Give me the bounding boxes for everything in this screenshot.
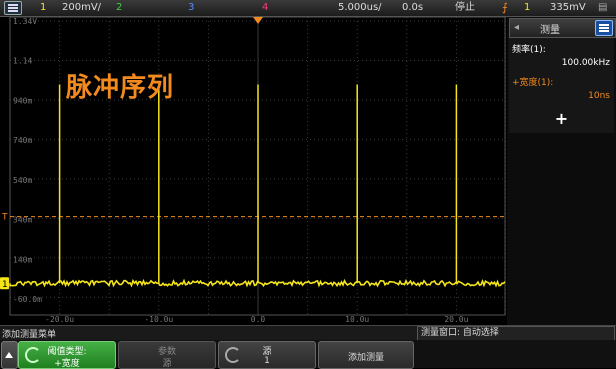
y-tick-label: -60.0m: [13, 295, 42, 304]
run-state[interactable]: 停止: [455, 2, 475, 14]
panel-arrow-icon: ◂: [514, 22, 520, 33]
time-delay[interactable]: 0.0s: [402, 2, 423, 14]
add-measurement-softkey[interactable]: 添加测量: [318, 341, 414, 369]
back-button[interactable]: [1, 341, 18, 369]
menu-name: 添加测量菜单: [2, 330, 57, 340]
measurement-2-value: 10ns: [588, 91, 610, 101]
trigger-edge-icon: ⨍: [502, 1, 508, 14]
y-tick-label: 140m: [13, 255, 32, 264]
menu-icon[interactable]: [4, 1, 22, 15]
measurement-1-label: 频率(1):: [512, 45, 546, 55]
panel-title: 测量: [540, 25, 560, 36]
status-bar: 1 200mV/ 2 3 4 5.000us/ 0.0s 停止 ⨍ 1 335m…: [0, 0, 616, 17]
measurement-1-value: 100.00kHz: [561, 58, 610, 68]
y-tick-label: 1.34V: [13, 17, 37, 26]
x-tick-label: -20.0u: [45, 315, 74, 324]
softkey-1-value: +宽度: [54, 359, 80, 369]
ch1-number[interactable]: 1: [40, 2, 46, 14]
x-tick-label: 0.0: [251, 315, 266, 324]
softkey-bar: 阈值类型: +宽度 参数 源 源 1 添加测量: [0, 340, 616, 369]
ch1-scale[interactable]: 200mV/: [62, 2, 101, 14]
x-tick-label: 10.0u: [345, 315, 369, 324]
x-tick-label: -10.0u: [144, 315, 173, 324]
source-softkey[interactable]: 源 1: [218, 341, 316, 369]
y-tick-label: 1.14: [13, 57, 32, 66]
measurement-2-label: +宽度(1):: [512, 78, 554, 88]
waveform-title: 脉冲序列: [66, 73, 175, 103]
ch4-number[interactable]: 4: [262, 2, 268, 14]
measurement-type-softkey[interactable]: 阈值类型: +宽度: [18, 341, 116, 369]
softkey-3-value: 1: [264, 356, 270, 366]
softkey-2-value: 源: [162, 359, 172, 369]
panel-header: ◂ 测量: [509, 18, 616, 38]
message-bar: 添加测量菜单 测量窗口: 自动选择: [0, 325, 616, 341]
waveform-display[interactable]: 1.34V 1.14 940m 740m 540m 340m 140m -60.0m -20.0…: [0, 17, 506, 325]
trigger-marker: T: [1, 213, 8, 223]
add-measurement-plus-button[interactable]: +: [509, 105, 614, 133]
trigger-channel[interactable]: 1: [524, 2, 530, 14]
x-tick-label: 20.0u: [444, 315, 468, 324]
y-tick-label: 740m: [13, 136, 32, 145]
y-tick-label: 540m: [13, 176, 32, 185]
y-tick-label: 940m: [13, 96, 32, 105]
measurement-window-status: 测量窗口: 自动选择: [417, 326, 615, 341]
trigger-level[interactable]: 335mV: [550, 2, 586, 14]
waveform-graph: 1.34V 1.14 940m 740m 540m 340m 140m -60.0m -20.0…: [0, 17, 506, 324]
timebase-scale[interactable]: 5.000us/: [338, 2, 382, 14]
y-tick-label: 340m: [13, 216, 32, 225]
measurement-panel: ◂ 测量 频率(1): 100.00kHz +宽度(1): 10ns +: [507, 17, 616, 325]
ch3-number[interactable]: 3: [188, 2, 194, 14]
softkey-4-label: 添加测量: [347, 353, 384, 363]
ch2-number[interactable]: 2: [116, 2, 122, 14]
panel-menu-icon[interactable]: [595, 20, 613, 36]
parameters-softkey[interactable]: 参数 源: [118, 341, 216, 369]
scroll-icon: ▤: [598, 2, 608, 13]
ch1-ground-label: 1: [2, 280, 8, 290]
